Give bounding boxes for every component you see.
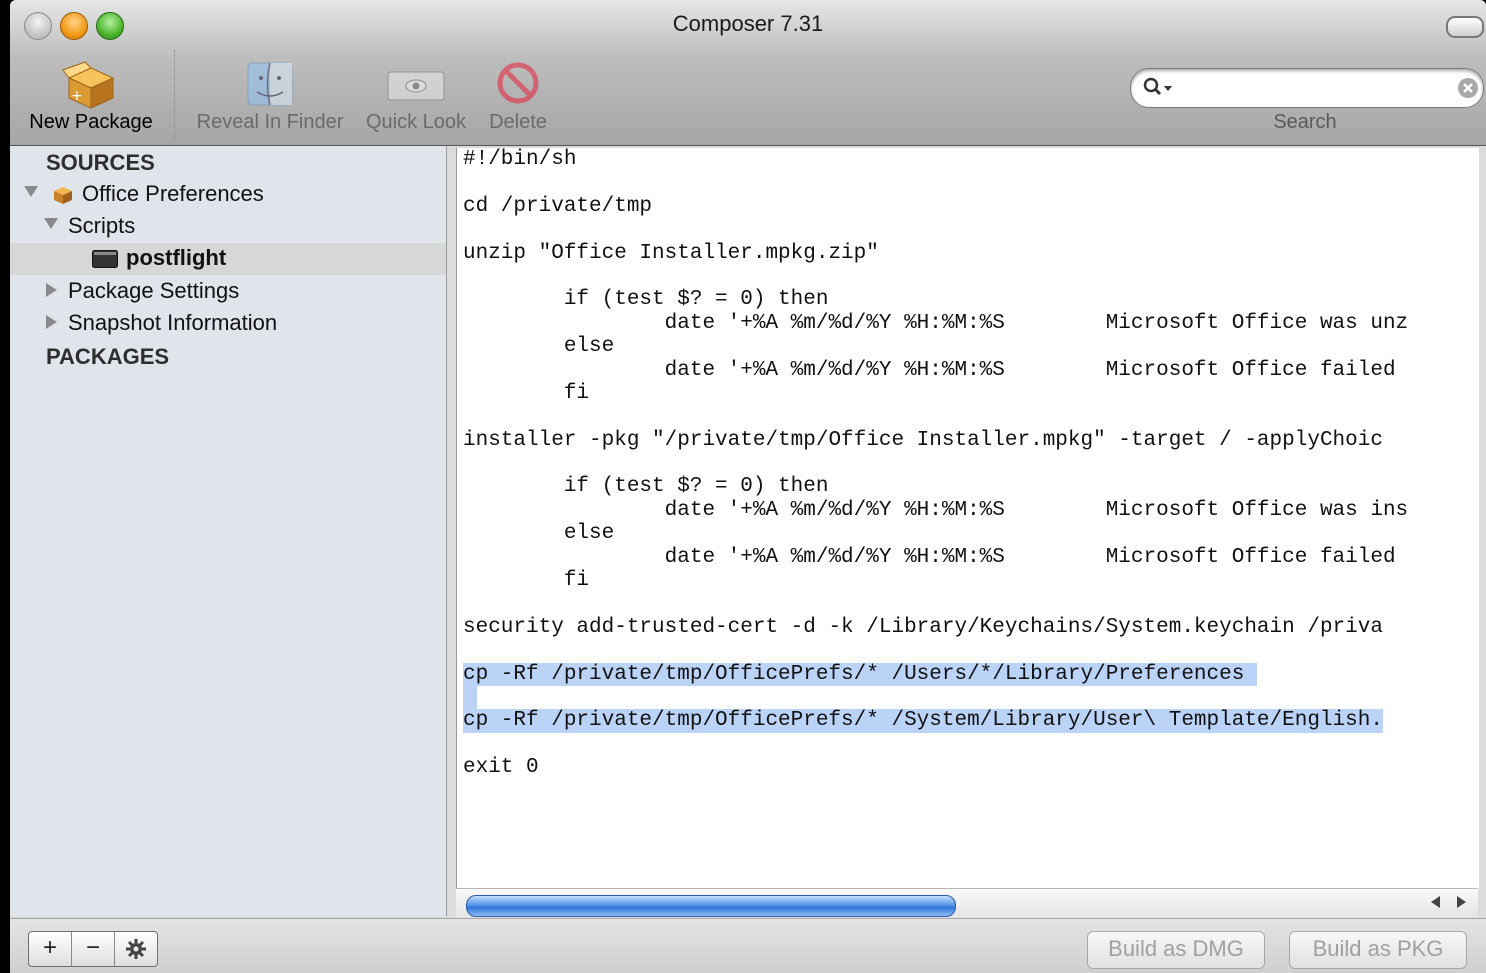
search-field[interactable] xyxy=(1130,68,1484,108)
scroll-left-icon[interactable] xyxy=(1431,896,1440,908)
toolbar-toggle-button[interactable] xyxy=(1446,16,1484,38)
sidebar-item-office-preferences[interactable]: Office Preferences xyxy=(10,179,446,211)
quick-look-icon xyxy=(387,71,445,101)
code-line[interactable]: cd /private/tmp xyxy=(463,195,1408,218)
clear-search-icon[interactable] xyxy=(1457,77,1479,99)
sidebar-item-label: postflight xyxy=(126,245,227,270)
code-line[interactable] xyxy=(463,733,1408,756)
code-line[interactable]: cp -Rf /private/tmp/OfficePrefs/* /Syste… xyxy=(463,709,1408,733)
new-package-label: New Package xyxy=(29,111,153,133)
search-label: Search xyxy=(1273,111,1337,133)
scroll-right-icon[interactable] xyxy=(1457,896,1466,908)
code-line[interactable]: date '+%A %m/%d/%Y %H:%M:%S Microsoft Of… xyxy=(463,312,1409,335)
quick-look-label: Quick Look xyxy=(365,111,467,133)
gear-icon xyxy=(126,939,146,959)
composer-window: Composer 7.31 + New Package Reveal In Fi… xyxy=(10,0,1486,973)
title-toolbar: Composer 7.31 + New Package Reveal In Fi… xyxy=(10,0,1486,146)
build-as-dmg-button[interactable]: Build as DMG xyxy=(1087,931,1265,969)
code-line[interactable]: date '+%A %m/%d/%Y %H:%M:%S Microsoft Of… xyxy=(463,546,1408,569)
bottom-bar: + − Build as DMG Build as PKG xyxy=(10,918,1486,973)
add-source-button[interactable]: + xyxy=(29,932,72,966)
search-icon xyxy=(1143,77,1172,96)
package-icon: + xyxy=(62,61,115,109)
sidebar: SOURCES Office Preferences Scripts postf… xyxy=(10,146,447,916)
code-line[interactable]: if (test $? = 0) then xyxy=(463,475,1408,498)
code-line[interactable]: date '+%A %m/%d/%Y %H:%M:%S Microsoft Of… xyxy=(463,359,1408,382)
new-package-button[interactable]: + New Package xyxy=(16,56,166,140)
code-line[interactable]: else xyxy=(463,522,1408,545)
package-icon xyxy=(54,187,72,204)
code-line[interactable] xyxy=(463,218,1408,241)
code-line[interactable]: fi xyxy=(463,382,1408,405)
code-line[interactable]: date '+%A %m/%d/%Y %H:%M:%S Microsoft Of… xyxy=(463,499,1409,522)
disclosure-triangle-icon[interactable] xyxy=(44,218,58,229)
quick-look-button[interactable]: Quick Look xyxy=(360,56,472,140)
reveal-in-finder-button[interactable]: Reveal In Finder xyxy=(190,56,350,140)
code-line[interactable] xyxy=(463,685,1408,710)
code-line[interactable] xyxy=(463,265,1408,288)
script-text[interactable]: #!/bin/sh cd /private/tmp unzip "Office … xyxy=(463,148,1408,780)
sidebar-item-package-settings[interactable]: Package Settings xyxy=(10,276,446,308)
action-menu-button[interactable] xyxy=(115,932,157,966)
disclosure-triangle-icon[interactable] xyxy=(46,283,57,297)
sources-heading: SOURCES xyxy=(46,150,155,175)
scrollbar-thumb[interactable] xyxy=(466,895,956,917)
svg-text:+: + xyxy=(71,88,83,104)
sidebar-item-label: Snapshot Information xyxy=(68,310,278,335)
code-line[interactable]: #!/bin/sh xyxy=(463,148,1408,171)
sidebar-item-scripts[interactable]: Scripts xyxy=(10,211,446,243)
finder-icon xyxy=(247,62,293,106)
sidebar-item-label: Scripts xyxy=(68,213,136,238)
code-line[interactable]: cp -Rf /private/tmp/OfficePrefs/* /Users… xyxy=(463,662,1408,686)
code-line[interactable] xyxy=(463,171,1408,194)
build-as-pkg-button[interactable]: Build as PKG xyxy=(1289,931,1467,969)
sidebar-item-label: Package Settings xyxy=(68,278,240,303)
remove-source-button[interactable]: − xyxy=(72,932,115,966)
code-line[interactable]: security add-trusted-cert -d -k /Library… xyxy=(463,616,1408,639)
sidebar-item-snapshot-information[interactable]: Snapshot Information xyxy=(10,308,446,340)
window-title: Composer 7.31 xyxy=(672,11,824,36)
disclosure-triangle-icon[interactable] xyxy=(24,186,38,197)
code-line[interactable]: fi xyxy=(463,569,1408,592)
sidebar-item-postflight[interactable]: postflight xyxy=(10,243,446,275)
code-line[interactable]: installer -pkg "/private/tmp/Office Inst… xyxy=(463,429,1408,452)
code-line[interactable] xyxy=(463,592,1408,615)
packages-heading: PACKAGES xyxy=(46,344,170,369)
reveal-in-finder-label: Reveal In Finder xyxy=(196,111,344,133)
delete-button[interactable]: Delete xyxy=(482,56,554,140)
horizontal-scrollbar[interactable] xyxy=(456,888,1478,919)
code-line[interactable] xyxy=(463,639,1408,662)
code-line[interactable]: if (test $? = 0) then xyxy=(463,288,1408,311)
delete-label: Delete xyxy=(489,111,547,133)
script-editor[interactable]: #!/bin/sh cd /private/tmp unzip "Office … xyxy=(456,148,1479,890)
code-line[interactable] xyxy=(463,405,1408,428)
script-icon xyxy=(92,250,118,268)
sidebar-item-label: Office Preferences xyxy=(82,181,264,206)
disclosure-triangle-icon[interactable] xyxy=(46,315,57,329)
toolbar-separator xyxy=(174,50,175,140)
delete-icon xyxy=(497,62,539,104)
code-line[interactable] xyxy=(463,452,1408,475)
source-actions: + − xyxy=(28,931,158,967)
code-line[interactable]: exit 0 xyxy=(463,756,1408,779)
code-line[interactable]: else xyxy=(463,335,1408,358)
search-input[interactable] xyxy=(1179,73,1453,103)
code-line[interactable]: unzip "Office Installer.mpkg.zip" xyxy=(463,242,1408,265)
